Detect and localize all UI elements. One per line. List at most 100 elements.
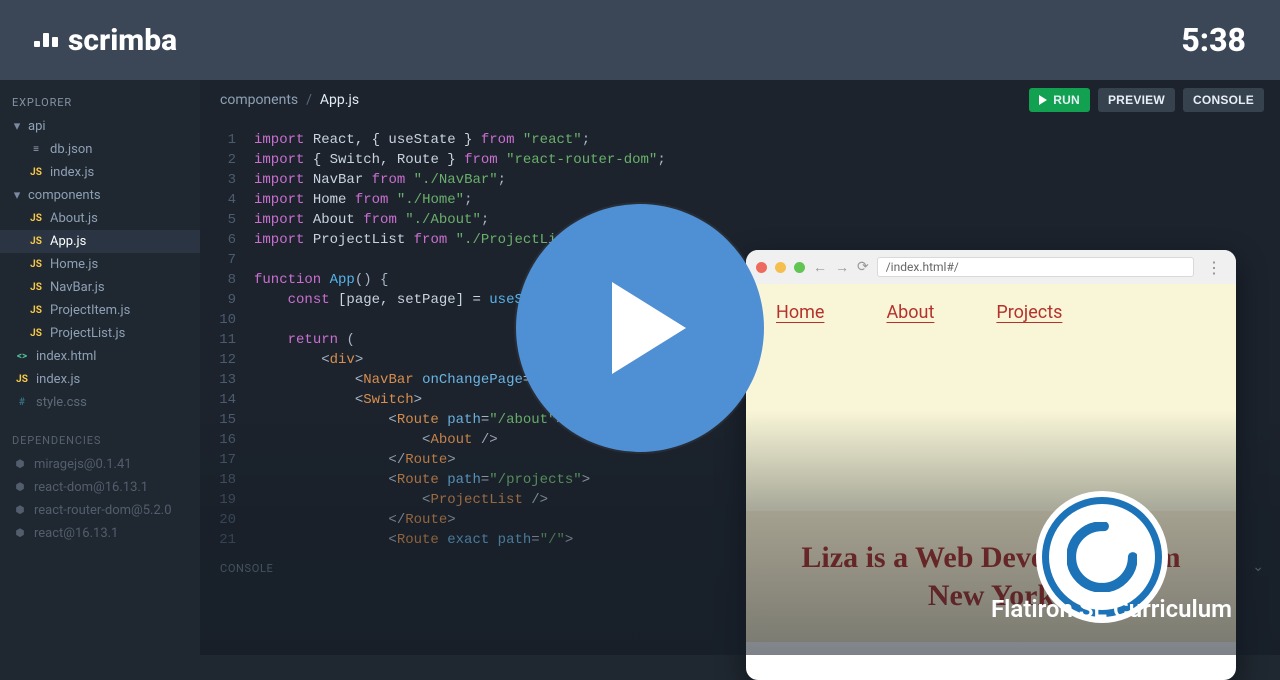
line-number: 18 xyxy=(208,470,236,490)
chevron-down-icon[interactable]: ⌄ xyxy=(1252,559,1264,575)
line-number: 5 xyxy=(208,210,236,230)
line-number: 17 xyxy=(208,450,236,470)
run-label: RUN xyxy=(1053,93,1080,107)
preview-button[interactable]: PREVIEW xyxy=(1098,88,1175,112)
file-index-html[interactable]: <> index.html xyxy=(0,345,200,368)
code-content: <ProjectList /> xyxy=(254,490,548,510)
code-content: import ProjectList from "./ProjectList"; xyxy=(254,230,590,250)
folder-api[interactable]: ▾ api xyxy=(0,115,200,138)
dependency-item[interactable]: ⬢react-dom@16.13.1 xyxy=(0,476,200,499)
line-number: 9 xyxy=(208,290,236,310)
code-line: 3import NavBar from "./NavBar"; xyxy=(208,170,1260,190)
forward-icon[interactable]: → xyxy=(835,259,849,276)
js-icon: JS xyxy=(28,213,44,224)
code-line: 2import { Switch, Route } from "react-ro… xyxy=(208,150,1260,170)
breadcrumb-parent[interactable]: components xyxy=(220,92,298,108)
play-video-button[interactable] xyxy=(516,204,764,452)
kebab-menu-icon[interactable]: ⋮ xyxy=(1202,258,1226,277)
preview-label: PREVIEW xyxy=(1108,93,1165,107)
file-root-index-js[interactable]: JS index.js xyxy=(0,368,200,391)
file-projectitem-js[interactable]: JS ProjectItem.js xyxy=(0,299,200,322)
traffic-light-close-icon[interactable] xyxy=(756,262,767,273)
json-icon: ≡ xyxy=(28,144,44,155)
code-content: return ( xyxy=(254,330,355,350)
folder-components[interactable]: ▾ components xyxy=(0,184,200,207)
file-label: index.js xyxy=(36,372,80,387)
package-icon: ⬢ xyxy=(12,482,28,493)
dep-label: react@16.13.1 xyxy=(34,526,118,541)
file-label: ProjectItem.js xyxy=(50,303,130,318)
editor-toolbar: RUN PREVIEW CONSOLE xyxy=(1029,88,1264,112)
code-content: import { Switch, Route } from "react-rou… xyxy=(254,150,666,170)
dependency-item[interactable]: ⬢react@16.13.1 xyxy=(0,522,200,545)
line-number: 10 xyxy=(208,310,236,330)
package-icon: ⬢ xyxy=(12,505,28,516)
top-bar: scrimba 5:38 xyxy=(0,0,1280,80)
dependency-item[interactable]: ⬢ react-router-dom@5.2.0 xyxy=(0,499,200,522)
code-content: </Route> xyxy=(254,450,456,470)
caret-down-icon: ▾ xyxy=(12,188,22,203)
line-number: 1 xyxy=(208,130,236,150)
preview-nav-projects[interactable]: Projects xyxy=(996,302,1062,323)
traffic-light-min-icon[interactable] xyxy=(775,262,786,273)
file-app-js[interactable]: JS App.js xyxy=(0,230,200,253)
file-label: style.css xyxy=(36,395,87,410)
reload-icon[interactable]: ⟳ xyxy=(857,259,869,275)
code-line: 4import Home from "./Home"; xyxy=(208,190,1260,210)
logo-mark-icon xyxy=(34,33,58,47)
line-number: 15 xyxy=(208,410,236,430)
code-content: <Route path="/about"> xyxy=(254,410,565,430)
instructor-caption: Flatiron SE Curriculum xyxy=(991,595,1232,623)
logo: scrimba xyxy=(34,23,177,58)
package-icon: ⬢ xyxy=(12,459,28,470)
code-line: 1 import React, { useState } from "react"… xyxy=(208,130,1260,150)
line-number: 7 xyxy=(208,250,236,270)
url-bar[interactable]: /index.html#/ xyxy=(877,257,1194,277)
css-icon: # xyxy=(14,397,30,408)
code-content: import Home from "./Home"; xyxy=(254,190,472,210)
dependencies-heading: DEPENDENCIES xyxy=(0,424,200,453)
breadcrumb-current: App.js xyxy=(320,92,359,108)
folder-label: components xyxy=(28,188,101,203)
line-number: 13 xyxy=(208,370,236,390)
js-icon: JS xyxy=(28,282,44,293)
code-content: import React, { useState } from "react"; xyxy=(254,130,590,150)
file-style-css[interactable]: # style.css xyxy=(0,391,200,414)
file-navbar-js[interactable]: JS NavBar.js xyxy=(0,276,200,299)
console-label: CONSOLE xyxy=(1193,93,1254,107)
preview-nav-about[interactable]: About xyxy=(886,302,934,323)
file-label: index.js xyxy=(50,165,94,180)
file-db-json[interactable]: ≡ db.json xyxy=(0,138,200,161)
line-number: 11 xyxy=(208,330,236,350)
code-content: <div> xyxy=(254,350,363,370)
browser-chrome: ← → ⟳ /index.html#/ ⋮ xyxy=(746,250,1236,284)
back-icon[interactable]: ← xyxy=(813,259,827,276)
line-number: 20 xyxy=(208,510,236,530)
dep-label: react-router-dom@5.2.0 xyxy=(34,503,172,518)
file-home-js[interactable]: JS Home.js xyxy=(0,253,200,276)
file-label: NavBar.js xyxy=(50,280,105,295)
breadcrumb-sep: / xyxy=(306,92,312,108)
preview-nav-home[interactable]: Home xyxy=(776,302,824,323)
folder-label: api xyxy=(28,119,46,134)
code-content: <Route path="/projects"> xyxy=(254,470,590,490)
dependency-item[interactable]: ⬢miragejs@0.1.41 xyxy=(0,453,200,476)
explorer-heading: EXPLORER xyxy=(0,86,200,115)
url-text: /index.html#/ xyxy=(886,260,959,274)
js-icon: JS xyxy=(28,236,44,247)
console-button[interactable]: CONSOLE xyxy=(1183,88,1264,112)
console-panel-label: CONSOLE xyxy=(220,562,273,575)
preview-body-spacer xyxy=(746,341,1236,511)
file-label: Home.js xyxy=(50,257,98,272)
line-number: 8 xyxy=(208,270,236,290)
traffic-light-max-icon[interactable] xyxy=(794,262,805,273)
line-number: 16 xyxy=(208,430,236,450)
file-projectlist-js[interactable]: JS ProjectList.js xyxy=(0,322,200,345)
run-button[interactable]: RUN xyxy=(1029,88,1090,112)
file-about-js[interactable]: JS About.js xyxy=(0,207,200,230)
sidebar: EXPLORER ▾ api ≡ db.json JS index.js ▾ c… xyxy=(0,80,200,655)
file-api-index-js[interactable]: JS index.js xyxy=(0,161,200,184)
js-icon: JS xyxy=(28,259,44,270)
js-icon: JS xyxy=(28,305,44,316)
js-icon: JS xyxy=(28,328,44,339)
